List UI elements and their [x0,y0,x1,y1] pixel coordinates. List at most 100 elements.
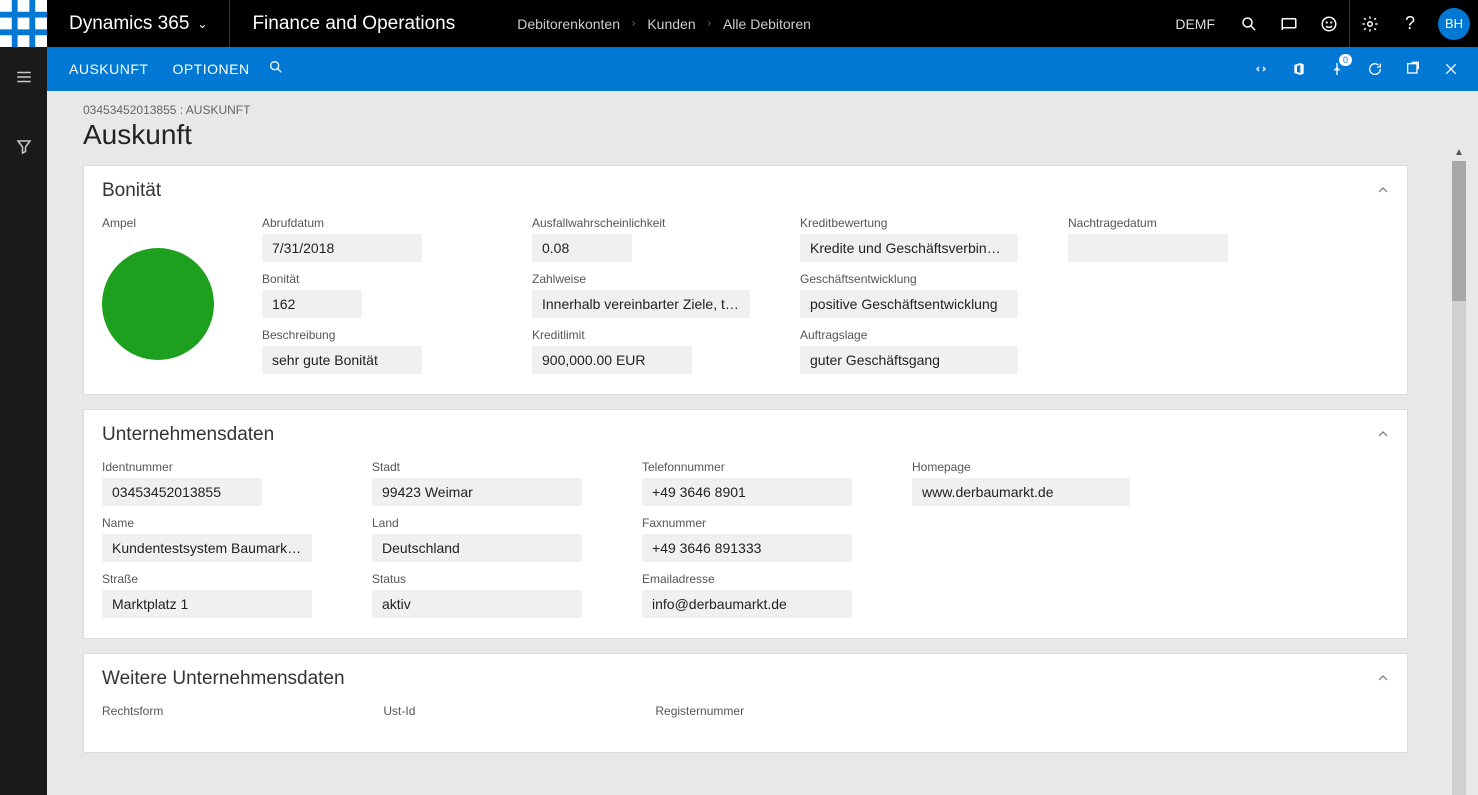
breadcrumb-item[interactable]: Debitorenkonten [517,16,620,32]
field-status: Statusaktiv [372,572,582,618]
field-value[interactable]: +49 3646 8901 [642,478,852,506]
field-label: Kreditbewertung [800,216,1018,230]
field-label: Telefonnummer [642,460,852,474]
field-value[interactable]: sehr gute Bonität [262,346,422,374]
link-button[interactable] [1244,52,1278,86]
chevron-up-icon [1375,426,1391,442]
field-label: Beschreibung [262,328,422,342]
field-value[interactable]: Innerhalb vereinbarter Ziele, teil... [532,290,750,318]
field-label: Identnummer [102,460,312,474]
field-label: Zahlweise [532,272,750,286]
chevron-right-icon: › [632,18,635,29]
brand-menu[interactable]: Dynamics 365 ⌄ [47,13,229,35]
user-avatar[interactable]: BH [1438,8,1470,40]
field-value[interactable]: www.derbaumarkt.de [912,478,1130,506]
field-value[interactable]: aktiv [372,590,582,618]
field-email: Emailadresseinfo@derbaumarkt.de [642,572,852,618]
settings-button[interactable] [1350,0,1390,47]
field-label: Land [372,516,582,530]
field-value[interactable]: info@derbaumarkt.de [642,590,852,618]
messages-button[interactable] [1269,0,1309,47]
smiley-icon [1320,15,1338,33]
field-fax: Faxnummer+49 3646 891333 [642,516,852,562]
close-icon [1443,61,1459,77]
field-zahlweise: Zahlweise Innerhalb vereinbarter Ziele, t… [532,272,750,318]
field-strasse: Straße Marktplatz 1 [102,572,312,618]
scroll-up-icon[interactable]: ▲ [1452,143,1466,161]
hamburger-button[interactable] [0,57,47,97]
close-button[interactable] [1434,52,1468,86]
help-icon: ? [1405,13,1415,34]
scroll-thumb[interactable] [1452,161,1466,301]
field-label: Ust-Id [383,704,415,718]
top-bar: Dynamics 365 ⌄ Finance and Operations De… [0,0,1478,47]
field-kreditbewertung: Kreditbewertung Kredite und Geschäftsverb… [800,216,1018,262]
field-value[interactable]: 03453452013855 [102,478,262,506]
app-launcher[interactable] [0,0,47,47]
field-label: Nachtragedatum [1068,216,1228,230]
company-label[interactable]: DEMF [1161,16,1229,32]
left-rail [0,47,47,795]
field-value[interactable]: 900,000.00 EUR [532,346,692,374]
breadcrumb: Debitorenkonten › Kunden › Alle Debitore… [477,16,811,32]
tab-auskunft[interactable]: AUSKUNFT [57,61,160,77]
breadcrumb-item[interactable]: Kunden [647,16,695,32]
breadcrumb-item[interactable]: Alle Debitoren [723,16,811,32]
waffle-icon [0,0,47,47]
office-icon [1291,61,1307,77]
collapse-toggle[interactable] [1375,426,1391,447]
field-value[interactable]: Kredite und Geschäftsverbindun... [800,234,1018,262]
action-search[interactable] [268,59,284,80]
field-value[interactable]: 7/31/2018 [262,234,422,262]
filter-icon [15,138,33,156]
field-label: Geschäftsentwicklung [800,272,1018,286]
field-value[interactable] [1068,234,1228,262]
card-bonitaet: Bonität Ampel Abrufdatum7/31/2018 Bonitä… [83,165,1408,395]
help-button[interactable]: ? [1390,0,1430,47]
collapse-toggle[interactable] [1375,182,1391,203]
field-value[interactable]: Kundentestsystem Baumarkt A... [102,534,312,562]
field-homepage: Homepage www.derbaumarkt.de [912,460,1130,506]
vertical-scrollbar[interactable]: ▲ ▼ [1452,161,1466,795]
field-ident: Identnummer 03453452013855 [102,460,312,506]
field-land: Land Deutschland [372,516,582,562]
field-ausfall: Ausfallwahrscheinlichkeit0.08 [532,216,750,262]
collapse-toggle[interactable] [1375,670,1391,691]
search-button[interactable] [1229,0,1269,47]
link-icon [1253,61,1269,77]
field-value[interactable]: guter Geschäftsgang [800,346,1018,374]
card-title: Bonität [102,180,1389,202]
office-button[interactable] [1282,52,1316,86]
field-label: Homepage [912,460,1130,474]
popout-button[interactable] [1396,52,1430,86]
field-label: Bonität [262,272,422,286]
feedback-button[interactable] [1309,0,1349,47]
field-value[interactable]: Marktplatz 1 [102,590,312,618]
refresh-button[interactable] [1358,52,1392,86]
attach-button[interactable]: 0 [1320,52,1354,86]
field-value[interactable]: +49 3646 891333 [642,534,852,562]
field-nachtrag: Nachtragedatum [1068,216,1228,262]
field-value[interactable]: Deutschland [372,534,582,562]
filter-button[interactable] [0,127,47,167]
field-value[interactable]: 0.08 [532,234,632,262]
field-value[interactable]: 99423 Weimar [372,478,582,506]
field-abrufdatum: Abrufdatum7/31/2018 [262,216,422,262]
chevron-right-icon: › [708,18,711,29]
popout-icon [1405,61,1421,77]
content-area: 03453452013855 : AUSKUNFT Auskunft Bonit… [47,91,1478,795]
attach-badge: 0 [1339,54,1352,66]
tab-optionen[interactable]: OPTIONEN [160,61,261,77]
gear-icon [1361,15,1379,33]
ampel-indicator [102,248,214,360]
topbar-right: DEMF ? BH [1161,0,1478,47]
field-kreditlimit: Kreditlimit900,000.00 EUR [532,328,750,374]
field-label: Rechtsform [102,704,163,718]
avatar-initials: BH [1445,16,1463,31]
field-value[interactable]: positive Geschäftsentwicklung [800,290,1018,318]
action-bar: AUSKUNFT OPTIONEN 0 [47,47,1478,91]
field-ustid: Ust-Id [383,704,415,722]
field-label: Name [102,516,312,530]
field-value[interactable]: 162 [262,290,362,318]
field-label: Straße [102,572,312,586]
